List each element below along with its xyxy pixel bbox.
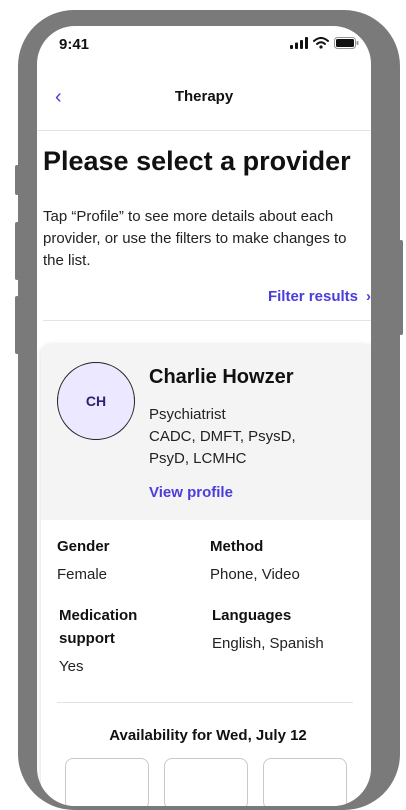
nav-title: Therapy <box>174 88 234 105</box>
provider-card: CH Charlie Howzer Psychiatrist CADC, DMF… <box>41 344 371 806</box>
provider-card-header: CH Charlie Howzer Psychiatrist CADC, DMF… <box>41 344 371 520</box>
method-value: Phone, Video <box>210 566 300 583</box>
divider <box>43 320 371 321</box>
medication-support-label: Medication support <box>59 607 138 647</box>
avatar: CH <box>57 362 135 440</box>
status-bar: 9:41 <box>37 26 371 70</box>
medication-support-value: Yes <box>59 658 84 675</box>
time-slot[interactable] <box>65 758 149 806</box>
page-title: Please select a provider <box>43 146 351 176</box>
gender-label: Gender <box>57 538 110 555</box>
signal-icon <box>290 37 308 49</box>
wifi-icon <box>313 37 329 49</box>
provider-credentials: CADC, DMFT, PsysD, PsyD, LCMHC <box>149 428 296 467</box>
filter-results-link[interactable]: Filter results › <box>268 288 371 305</box>
method-label: Method <box>210 538 264 555</box>
gender-value: Female <box>57 566 108 583</box>
time-slot[interactable] <box>263 758 347 806</box>
page-description: Tap “Profile” to see more details about … <box>43 208 347 269</box>
status-time: 9:41 <box>59 36 90 53</box>
nav-bar: ‹ Therapy <box>37 80 371 131</box>
view-profile-link[interactable]: View profile <box>149 484 233 501</box>
card-divider <box>57 702 353 703</box>
languages-value: English, Spanish <box>212 635 324 652</box>
chevron-right-icon: › <box>366 288 371 305</box>
provider-name: Charlie Howzer <box>149 366 294 388</box>
avatar-initials: CH <box>85 393 107 409</box>
phone-screen: 9:41 ‹ Therapy Please select a provider … <box>37 26 371 806</box>
languages-label: Languages <box>212 607 292 624</box>
availability-title: Availability for Wed, July 12 <box>109 727 307 744</box>
time-slot[interactable] <box>164 758 248 806</box>
filter-results-label: Filter results <box>267 288 358 305</box>
battery-icon <box>334 37 359 49</box>
status-icons <box>290 37 359 49</box>
provider-role: Psychiatrist <box>149 406 226 423</box>
